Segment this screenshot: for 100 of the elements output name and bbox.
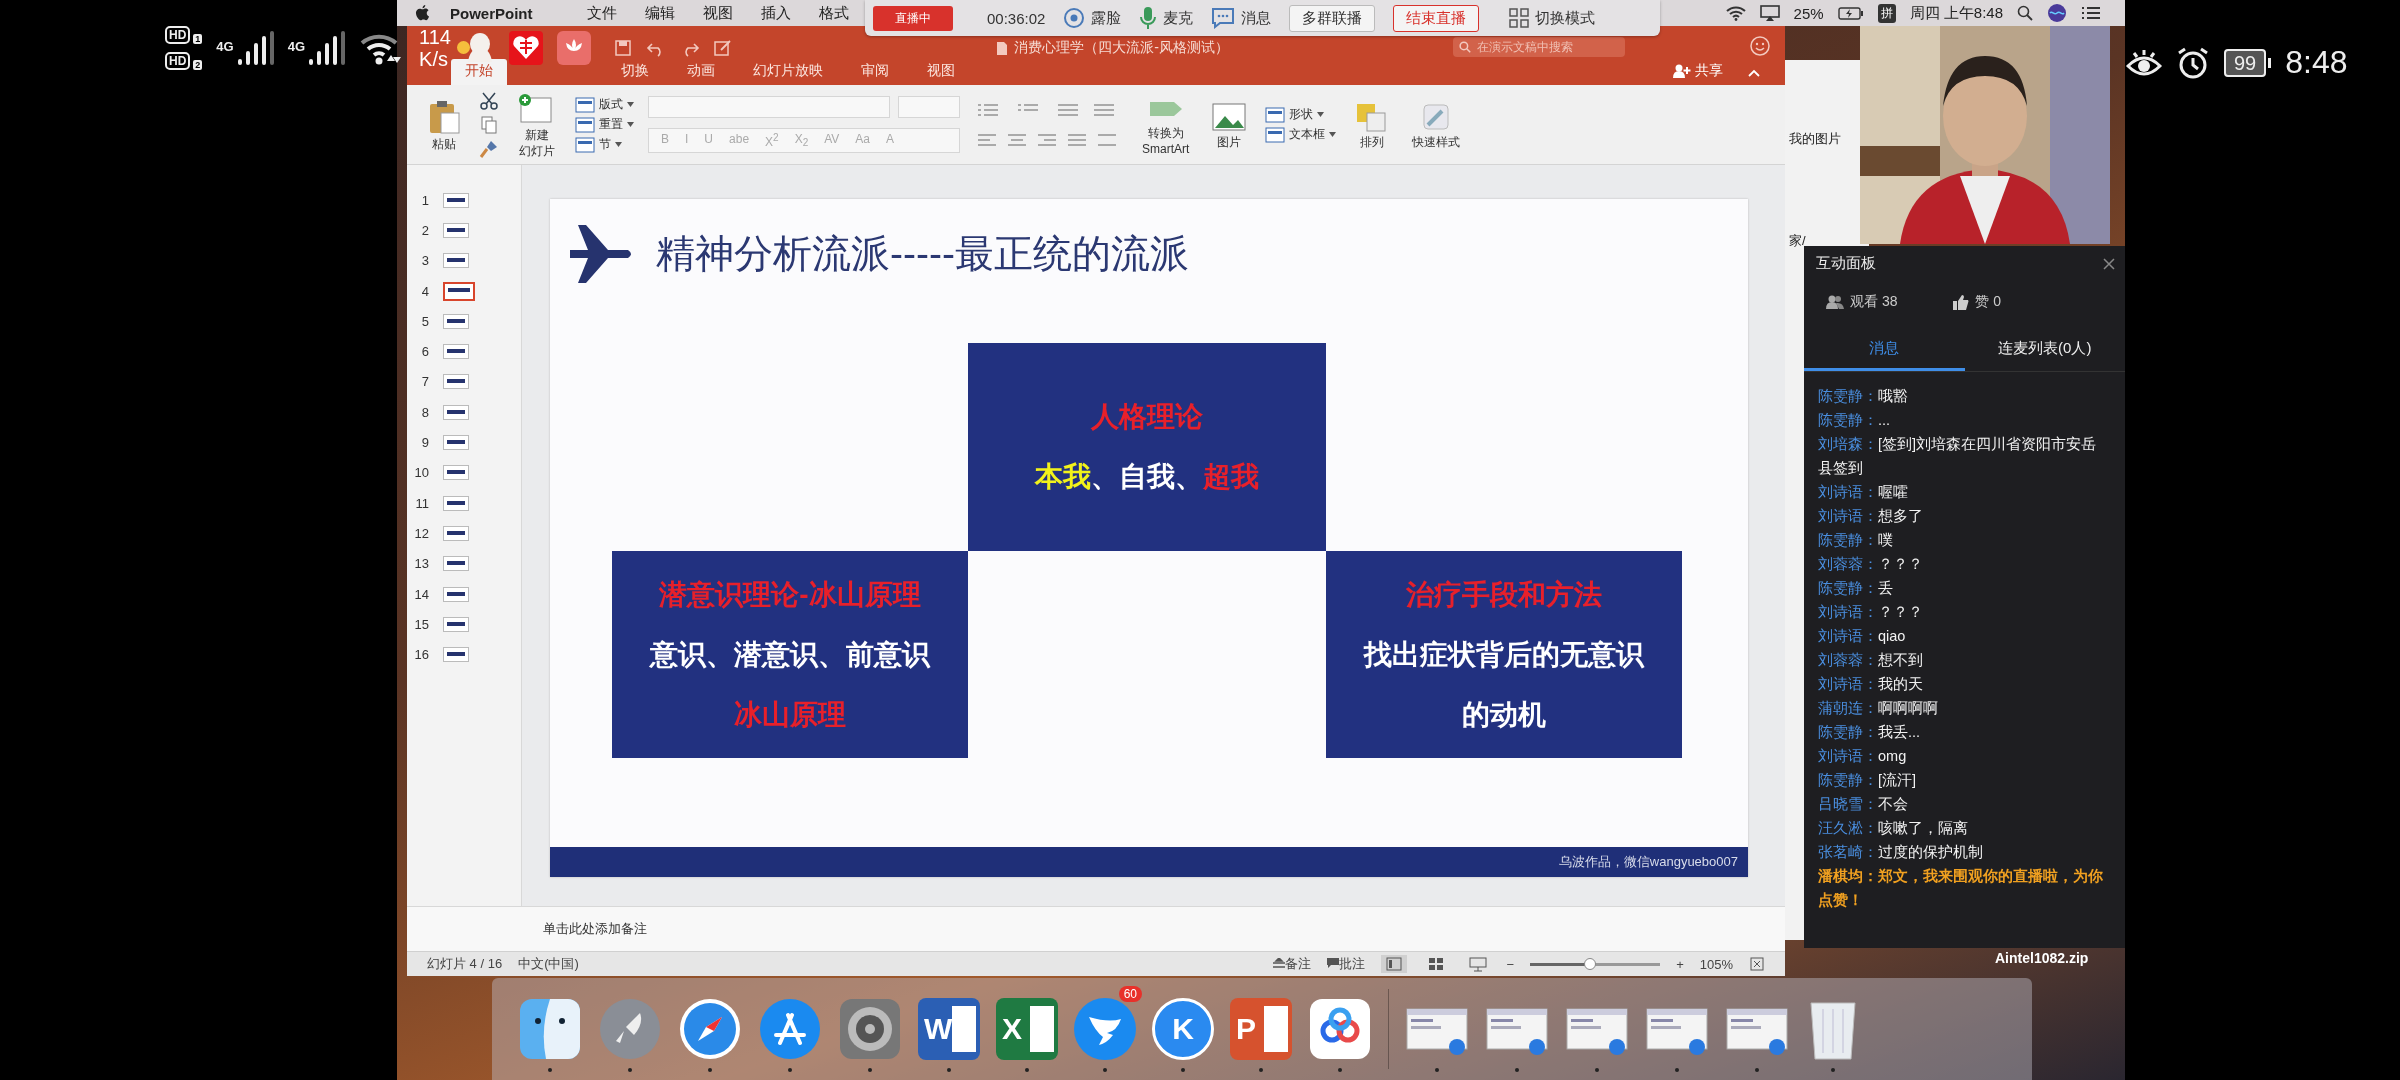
scissors-icon[interactable]	[479, 90, 499, 111]
notes-button[interactable]: 备注	[1272, 955, 1311, 973]
list-icon[interactable]	[2081, 6, 2101, 20]
compass-icon[interactable]	[678, 997, 742, 1061]
thumbs-up-icon[interactable]	[1953, 294, 1970, 310]
slide-thumbnail[interactable]	[443, 281, 475, 301]
zoom-out-button[interactable]: −	[1506, 956, 1515, 972]
slide-counter: 幻灯片 4 / 16	[427, 955, 503, 973]
ribbon-tab[interactable]: 视图	[913, 59, 969, 85]
toolbar-button[interactable]: 多群联播	[1289, 4, 1376, 32]
ribbon-tab[interactable]: 开始	[451, 59, 507, 85]
app-icon[interactable]: X	[996, 998, 1058, 1060]
smiley-icon[interactable]	[1749, 35, 1771, 57]
close-icon[interactable]	[2103, 257, 2115, 270]
box-text: 意识、潜意识、前意识	[650, 637, 930, 672]
slide-thumbnail[interactable]	[443, 253, 469, 269]
airplay-icon[interactable]	[1759, 5, 1780, 21]
slide-thumbnail[interactable]	[443, 556, 469, 572]
ribbon-tab[interactable]: 审阅	[847, 59, 903, 85]
slide-thumbnail[interactable]	[443, 344, 469, 360]
slide-thumbnail[interactable]	[443, 192, 469, 208]
app-icon[interactable]: W	[918, 998, 980, 1060]
fit-icon[interactable]	[1749, 956, 1765, 972]
menu-item[interactable]: 文件	[586, 3, 617, 23]
collapse-icon[interactable]	[1747, 68, 1761, 78]
box-text: 潜意识理论-冰山原理	[659, 577, 921, 612]
search-field[interactable]: 在演示文稿中搜索	[1453, 37, 1625, 57]
menu-item[interactable]: 格式	[818, 3, 849, 23]
search-icon[interactable]	[2017, 5, 2033, 21]
zoom-value: 105%	[1699, 956, 1733, 972]
slide-thumbnail[interactable]	[443, 586, 469, 602]
hd-badge: HD	[165, 26, 191, 44]
slide-thumbnail[interactable]	[443, 313, 469, 329]
siri-icon[interactable]	[2047, 3, 2067, 23]
chat-message: 陈雯静：我丢...	[1818, 723, 1922, 742]
chat-message: 刘培森：[签到]刘培森在四川省资阳市安岳县签到	[1818, 435, 2098, 478]
desktop-file-label[interactable]: Aintel1082.zip	[1995, 950, 2089, 966]
app-store-icon[interactable]	[758, 997, 822, 1061]
brush-icon[interactable]	[479, 138, 499, 159]
ribbon-button[interactable]: 快速样式	[1408, 98, 1465, 151]
slide-number: 6	[420, 344, 429, 360]
wifi-icon[interactable]	[1725, 5, 1746, 21]
ribbon-button[interactable]: 文本框	[1265, 126, 1337, 143]
panel-tab[interactable]: 连麦列表(0人)	[1964, 331, 2125, 371]
network-type: 4G	[287, 39, 306, 54]
menu-item[interactable]: 视图	[702, 3, 733, 23]
ribbon-tab[interactable]: 动画	[673, 59, 729, 85]
save-icon[interactable]	[614, 39, 632, 57]
slide-thumbnail[interactable]	[443, 647, 469, 663]
input-method-indicator[interactable]: 拼	[1877, 3, 1896, 23]
toolbar-button[interactable]: 结束直播	[1393, 4, 1480, 32]
ribbon-button[interactable]: 版式	[575, 96, 634, 113]
status-time: 8:48	[2285, 44, 2348, 81]
finder-icon[interactable]	[518, 997, 582, 1061]
settings-icon[interactable]	[838, 997, 902, 1061]
rocket-icon[interactable]	[598, 997, 662, 1061]
chat-message: 汪久淞：咳嗽了，隔离	[1818, 819, 1969, 838]
slide-thumbnail[interactable]	[443, 616, 469, 632]
ribbon-button[interactable]: 形状	[1265, 106, 1337, 123]
panel-title: 互动面板	[1816, 254, 1876, 273]
toolbar-action[interactable]: 麦克	[1139, 6, 1194, 30]
slide-thumbnail[interactable]	[443, 465, 469, 481]
slide-thumbnail[interactable]	[443, 495, 469, 511]
ribbon-button[interactable]: 粘贴	[423, 96, 465, 153]
ribbon-button[interactable]: 图片	[1207, 98, 1252, 151]
chat-message: 刘诗语：想多了	[1818, 507, 1924, 526]
app-icon[interactable]: K	[1152, 998, 1214, 1060]
toolbar-action[interactable]: 消息	[1211, 7, 1272, 29]
normal-view-icon[interactable]	[1380, 955, 1407, 973]
ribbon-button[interactable]: 重置	[575, 116, 634, 133]
apple-icon[interactable]	[415, 4, 430, 22]
ribbon-button[interactable]: 节	[575, 136, 634, 153]
slide-thumbnail[interactable]	[443, 525, 469, 541]
minimize-button[interactable]	[457, 41, 470, 54]
like-count: 赞 0	[1975, 293, 2002, 311]
clipboard-icon	[427, 98, 461, 135]
slide-thumbnail[interactable]	[443, 222, 469, 238]
panel-tab[interactable]: 消息	[1804, 331, 1965, 371]
menu-clock[interactable]: 周四 上午8:48	[1909, 3, 2003, 23]
ribbon-button[interactable]: 转换为 SmartArt	[1138, 91, 1194, 158]
edit-icon[interactable]	[714, 39, 732, 57]
ribbon-button[interactable]: 新建 幻灯片	[513, 89, 561, 160]
notes-pane[interactable]: 单击此处添加备注	[407, 906, 1785, 951]
ribbon-tab[interactable]: 切换	[607, 59, 663, 85]
menu-item[interactable]: 插入	[760, 3, 791, 23]
app-menu[interactable]: PowerPoint	[450, 4, 533, 22]
slide-thumbnail[interactable]	[443, 435, 469, 450]
toolbar-button[interactable]: 切换模式	[1497, 5, 1608, 31]
share-button[interactable]: 共享	[1673, 62, 1723, 85]
menu-item[interactable]: 编辑	[644, 3, 675, 23]
battery-icon[interactable]	[1837, 6, 1864, 20]
toolbar-action[interactable]: 露脸	[1063, 7, 1122, 29]
ribbon-tab[interactable]: 幻灯片放映	[739, 59, 837, 85]
slide-thumbnail[interactable]	[443, 374, 469, 390]
cloud-icon[interactable]	[1308, 997, 1372, 1061]
slide-thumbnail[interactable]	[443, 404, 469, 420]
zoom-in-button[interactable]: +	[1676, 956, 1684, 972]
ribbon-button[interactable]: 排列	[1350, 98, 1395, 151]
app-icon[interactable]: P	[1230, 998, 1292, 1060]
comments-button[interactable]: 批注	[1326, 955, 1365, 973]
